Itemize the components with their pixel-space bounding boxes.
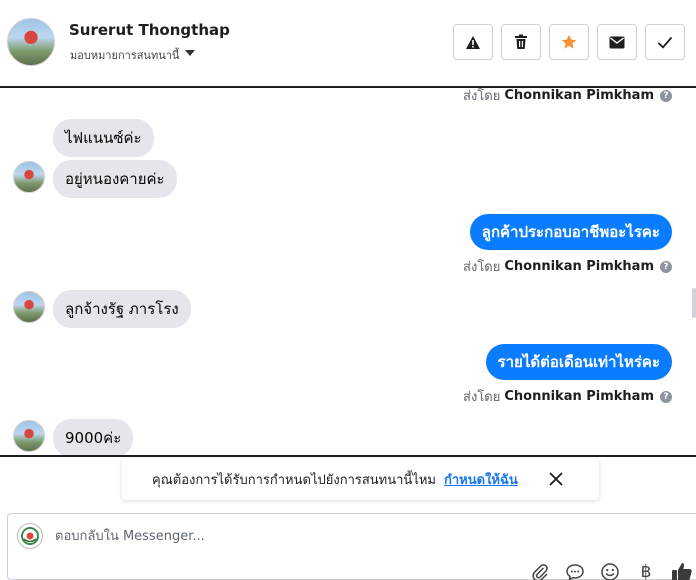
contact-avatar-small[interactable] <box>13 291 45 323</box>
mark-unread-button[interactable] <box>597 24 637 60</box>
reply-composer: ฿ <box>7 513 696 580</box>
incoming-message[interactable]: ไฟแนนซ์ค่ะ <box>53 119 154 157</box>
mark-done-button[interactable] <box>645 24 685 60</box>
sent-by-agent: Chonnikan Pimkham <box>504 88 654 103</box>
message-thread[interactable]: ส่งโดย Chonnikan Pimkham ? ไฟแนนซ์ค่ะ อย… <box>0 88 696 455</box>
assign-banner-text: คุณต้องการได้รับการกำหนดไปยังการสนทนานี้… <box>152 472 436 488</box>
page-avatar <box>17 523 43 549</box>
saved-replies-icon[interactable] <box>564 561 586 580</box>
incoming-message[interactable]: ลูกจ้างรัฐ ภารโรง <box>53 290 191 328</box>
conversation-header: Surerut Thongthap มอบหมายการสนทนานี้ <box>0 0 696 86</box>
sent-by-label: ส่งโดย Chonnikan Pimkham ? <box>463 386 672 407</box>
help-icon[interactable]: ? <box>660 89 672 102</box>
reply-input[interactable] <box>55 526 615 546</box>
help-icon[interactable]: ? <box>660 390 672 403</box>
star-icon <box>561 34 577 50</box>
incoming-message[interactable]: 9000ค่ะ <box>53 419 134 455</box>
incoming-message[interactable]: อยู่หนองคายค่ะ <box>53 160 177 198</box>
contact-avatar-small[interactable] <box>13 161 45 193</box>
contact-avatar[interactable] <box>7 18 55 66</box>
outgoing-message[interactable]: รายได้ต่อเดือนเท่าไหร่คะ <box>485 344 672 380</box>
assign-conversation-dropdown[interactable]: มอบหมายการสนทนานี้ <box>70 46 196 64</box>
assign-banner: คุณต้องการได้รับการกำหนดไปยังการสนทนานี้… <box>122 458 599 500</box>
delete-button[interactable] <box>501 24 541 60</box>
help-icon[interactable]: ? <box>660 260 672 273</box>
envelope-icon <box>609 36 625 49</box>
sent-by-prefix: ส่งโดย <box>463 89 501 104</box>
outgoing-message[interactable]: ลูกค้าประกอบอาชีพอะไรคะ <box>469 214 672 250</box>
sent-by-label: ส่งโดย Chonnikan Pimkham ? <box>463 256 672 277</box>
scrollbar-thumb[interactable] <box>692 288 696 318</box>
emoji-icon[interactable] <box>599 561 621 580</box>
alert-icon <box>465 35 481 50</box>
sent-by-agent: Chonnikan Pimkham <box>504 389 654 404</box>
report-spam-button[interactable] <box>453 24 493 60</box>
assign-label: มอบหมายการสนทนานี้ <box>70 49 180 62</box>
assign-to-me-link[interactable]: กำหนดให้ฉัน <box>444 469 518 490</box>
thumbs-up-icon[interactable] <box>671 561 693 580</box>
close-icon[interactable] <box>547 470 565 488</box>
sent-by-label: ส่งโดย Chonnikan Pimkham ? <box>463 88 672 106</box>
trash-icon <box>514 34 528 50</box>
contact-name[interactable]: Surerut Thongthap <box>69 21 230 39</box>
thread-divider <box>0 455 696 457</box>
star-button[interactable] <box>549 24 589 60</box>
check-icon <box>657 36 673 49</box>
sent-by-prefix: ส่งโดย <box>463 390 501 405</box>
caret-down-icon <box>185 50 196 56</box>
sent-by-prefix: ส่งโดย <box>463 260 501 275</box>
payment-icon[interactable]: ฿ <box>635 561 657 580</box>
currency-symbol: ฿ <box>640 562 652 580</box>
contact-avatar-small[interactable] <box>13 420 45 452</box>
attachment-icon[interactable] <box>529 561 551 580</box>
sent-by-agent: Chonnikan Pimkham <box>504 259 654 274</box>
